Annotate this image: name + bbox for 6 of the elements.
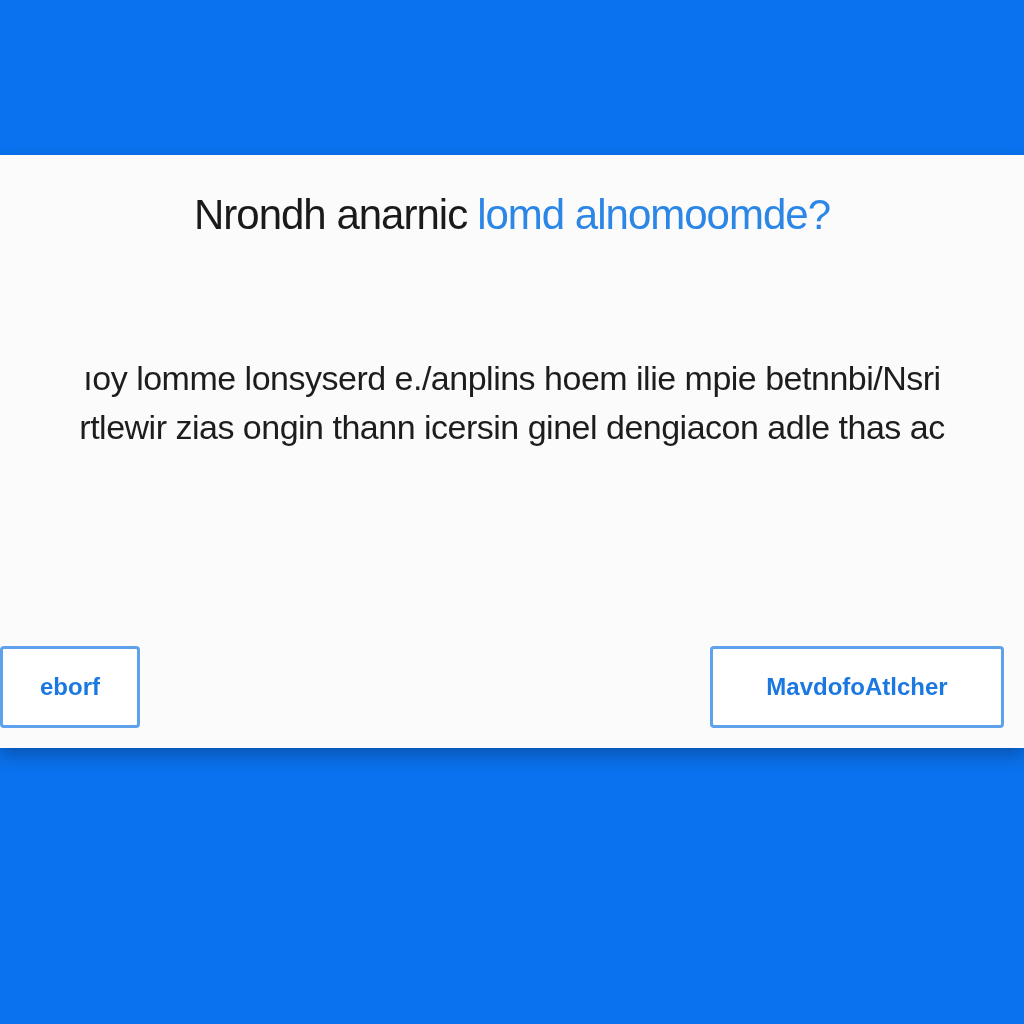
dialog-button[interactable]: MavdofoAtlcher xyxy=(710,646,1004,728)
message-text: ıoy lomme lonsyserd e./anplins hoem ilie mpie betnnbi/Nsri xyxy=(83,359,941,398)
message-text: rtlewir zias ongin thann icersin ginel dengiacon adle thas ac xyxy=(79,408,945,447)
dialog-button[interactable]: eborf xyxy=(0,646,140,728)
dialog-title-accent: lomd alnomoomde? xyxy=(477,191,830,239)
dialog-title: Nrondh anarnic xyxy=(193,191,468,239)
